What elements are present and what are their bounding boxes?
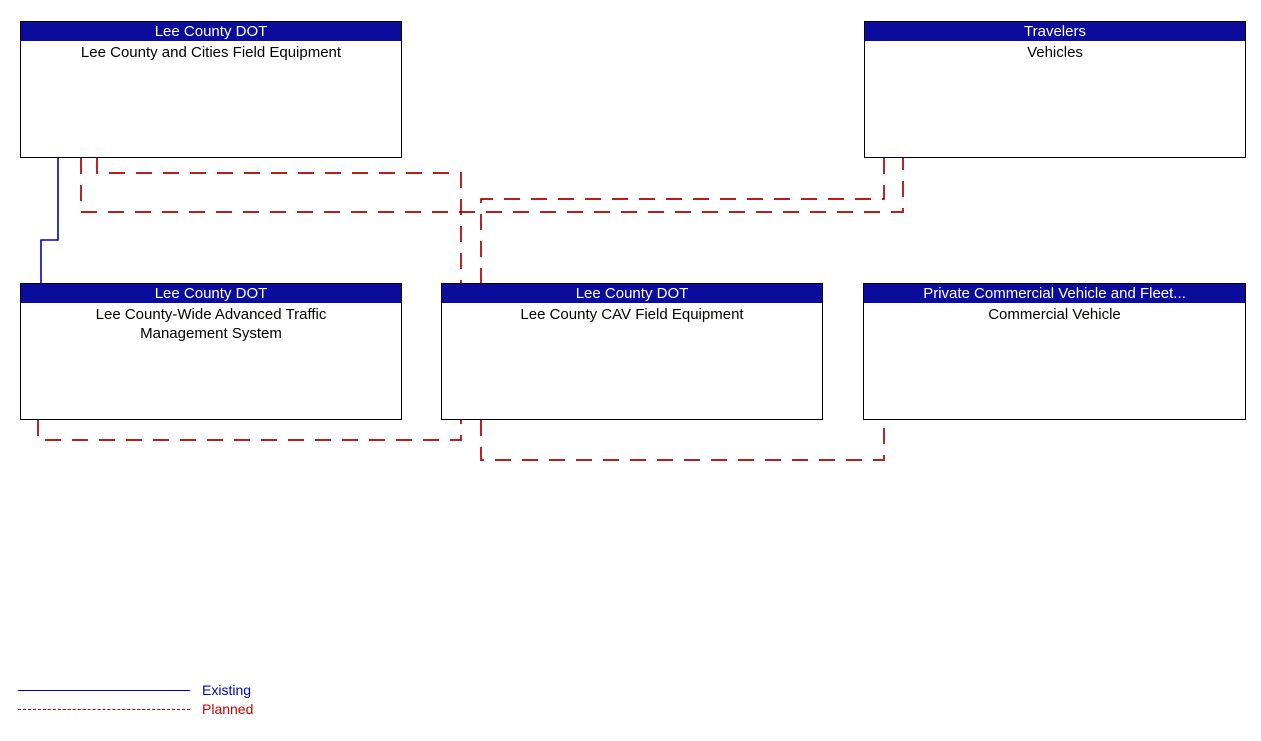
node-private-commercial-vehicle-fleet[interactable]: Private Commercial Vehicle and Fleet... … xyxy=(863,283,1246,420)
node-name-label: Commercial Vehicle xyxy=(988,306,1121,323)
architecture-diagram-canvas: Lee County DOT Lee County and Cities Fie… xyxy=(0,0,1261,741)
legend-item-planned: Planned xyxy=(18,700,318,719)
node-name-label: Lee County-Wide Advanced Traffic Managem… xyxy=(95,306,327,342)
node-lee-county-cav-field-equipment[interactable]: Lee County DOT Lee County CAV Field Equi… xyxy=(441,283,823,420)
legend-line-planned xyxy=(18,709,190,710)
node-name-label: Lee County CAV Field Equipment xyxy=(520,306,744,323)
node-lee-county-wide-atms[interactable]: Lee County DOT Lee County-Wide Advanced … xyxy=(20,283,402,420)
node-lee-county-cities-field-equipment[interactable]: Lee County DOT Lee County and Cities Fie… xyxy=(20,21,402,158)
edge-planned-atms-cav xyxy=(37,420,462,441)
edge-existing-fieldequip-atms xyxy=(40,158,59,283)
legend: Existing Planned xyxy=(18,681,318,719)
edge-planned-cav-commercialvehicle xyxy=(480,420,885,461)
legend-line-existing xyxy=(18,690,190,691)
node-name-label: Lee County and Cities Field Equipment xyxy=(80,44,342,61)
edge-planned-fieldequip-travelers xyxy=(80,158,904,213)
legend-item-existing: Existing xyxy=(18,681,318,700)
node-stakeholder-label: Lee County DOT xyxy=(442,284,822,303)
edge-planned-fieldequip-cav xyxy=(96,158,462,283)
edge-planned-travelers-cav xyxy=(480,158,885,283)
node-stakeholder-label: Private Commercial Vehicle and Fleet... xyxy=(864,284,1245,303)
legend-label-existing: Existing xyxy=(202,682,252,698)
node-name-label: Vehicles xyxy=(1027,44,1083,61)
legend-label-planned: Planned xyxy=(202,701,254,717)
node-stakeholder-label: Lee County DOT xyxy=(21,284,401,303)
node-travelers-vehicles[interactable]: Travelers Vehicles xyxy=(864,21,1246,158)
node-stakeholder-label: Travelers xyxy=(865,22,1245,41)
node-stakeholder-label: Lee County DOT xyxy=(21,22,401,41)
